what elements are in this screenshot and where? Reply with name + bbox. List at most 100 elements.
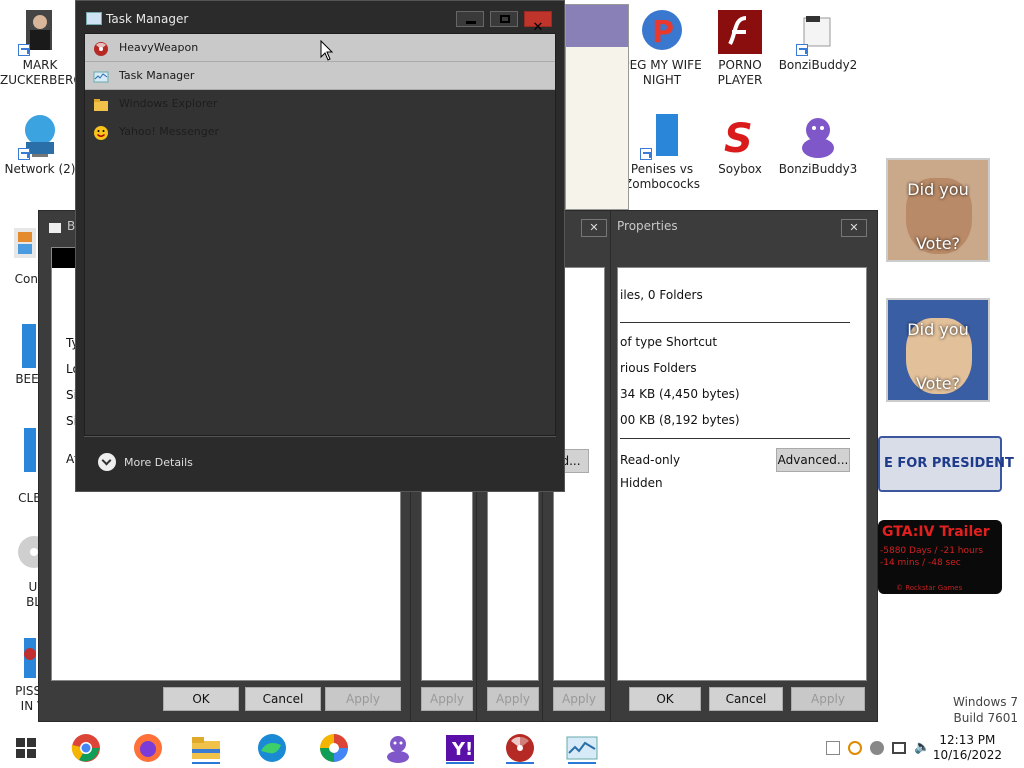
more-details-label: More Details: [124, 455, 193, 469]
edge-icon: [258, 734, 286, 762]
process-row-windows-explorer[interactable]: Windows Explorer: [85, 90, 555, 118]
president-banner[interactable]: E FOR PRESIDENT: [878, 436, 1014, 492]
close-button[interactable]: ✕: [524, 11, 552, 35]
apply-button[interactable]: Apply: [421, 687, 473, 711]
svg-text:S: S: [724, 116, 753, 160]
desktop-icon-bonzibuddy3[interactable]: BonziBuddy3: [778, 112, 858, 177]
more-details-button[interactable]: More Details: [98, 453, 193, 471]
type-value: of type Shortcut: [620, 335, 718, 349]
mouse-cursor-icon: [320, 40, 334, 61]
desktop-icon-label: Soybox: [718, 162, 762, 176]
cancel-button[interactable]: Cancel: [709, 687, 783, 711]
background-window-fragment[interactable]: [565, 4, 629, 210]
folder-icon: [192, 737, 220, 759]
hidden-checkbox-label[interactable]: Hidden: [620, 476, 663, 490]
apply-button[interactable]: Apply: [487, 687, 539, 711]
close-button[interactable]: ✕: [841, 219, 867, 237]
desktop-icon-soybox[interactable]: S Soybox: [700, 112, 780, 177]
apply-button[interactable]: Apply: [325, 687, 401, 711]
desktop-icon-penises-vs-zombococks[interactable]: Penises vs Zombococks: [622, 112, 702, 192]
cancel-button[interactable]: Cancel: [245, 687, 321, 711]
desktop-icon-label: MARK ZUCKERBERG: [0, 58, 83, 87]
windows-watermark: Windows 7 Build 7601: [953, 694, 1018, 726]
taskbar-bonzibuddy[interactable]: [378, 732, 418, 764]
blue-app-icon: [0, 426, 42, 474]
desktop-icon-porno-player[interactable]: PORNO PLAYER: [700, 8, 780, 88]
maximize-button[interactable]: [490, 11, 518, 27]
minimize-button[interactable]: [456, 11, 484, 27]
desktop-icon-peg-my-wife[interactable]: P PEG MY WIFE NIGHT: [622, 8, 702, 88]
bonzi-file-icon: [794, 8, 842, 56]
shortcut-arrow-icon: [640, 148, 652, 160]
taskbar-edge[interactable]: [252, 732, 292, 764]
purple-titlebar: [566, 5, 628, 47]
watermark-line-1: Windows 7: [952, 695, 1018, 709]
process-list[interactable]: HeavyWeapon Task Manager Windows Explore…: [84, 33, 556, 436]
advanced-button[interactable]: Advanced...: [776, 448, 850, 472]
show-hidden-icons-icon[interactable]: [826, 740, 840, 755]
location-value: rious Folders: [620, 361, 697, 375]
start-button[interactable]: [6, 732, 46, 764]
taskbar-heavyweapon[interactable]: [500, 732, 540, 764]
search-icon[interactable]: [848, 740, 862, 755]
ok-button[interactable]: OK: [163, 687, 239, 711]
process-row-yahoo-messenger[interactable]: Yahoo! Messenger: [85, 118, 555, 146]
footer-divider: [84, 436, 556, 437]
contains-text: iles, 0 Folders: [620, 288, 703, 302]
taskbar-yahoo-messenger[interactable]: Y!: [440, 732, 480, 764]
desktop-icon-mark-zuckerberg[interactable]: MARK ZUCKERBERG: [0, 8, 83, 88]
poster-top-text: Did you: [907, 180, 969, 199]
purple-gorilla-icon: [387, 736, 409, 763]
vote-poster-2[interactable]: Did you Vote?: [886, 298, 990, 402]
gta-trailer-widget[interactable]: GTA:IV Trailer -5880 Days / -21 hours -1…: [878, 520, 1002, 594]
taskbar: Y! 🔈 12:13 PM 10/16/2022: [0, 728, 1024, 768]
taskbar-chrome[interactable]: [66, 732, 106, 764]
watermark-line-2: Build 7601: [953, 711, 1018, 725]
shortcut-arrow-icon: [18, 44, 30, 56]
taskbar-file-explorer[interactable]: [186, 732, 226, 764]
process-name: HeavyWeapon: [119, 41, 199, 54]
poster-bottom-text: Vote?: [915, 234, 961, 253]
process-row-task-manager[interactable]: Task Manager: [85, 62, 555, 90]
network-icon[interactable]: [892, 741, 906, 754]
taskbar-pinwheel-app[interactable]: [314, 732, 354, 764]
blue-app-icon: [0, 322, 42, 370]
desktop-icon-label: PORNO PLAYER: [717, 58, 763, 87]
desktop-icon-label: BonziBuddy3: [778, 162, 858, 176]
svg-text:P: P: [652, 15, 674, 50]
apply-button[interactable]: Apply: [553, 687, 605, 711]
apply-button[interactable]: Apply: [791, 687, 865, 711]
gta-countdown-1: -5880 Days / -21 hours: [880, 546, 984, 556]
s-logo-icon: S: [716, 112, 764, 162]
vote-poster-1[interactable]: Did you Vote?: [886, 158, 990, 262]
taskbar-firefox[interactable]: [128, 732, 168, 764]
readonly-checkbox-label[interactable]: Read-only: [620, 453, 680, 467]
chrome-icon: [71, 734, 100, 762]
task-manager-titlebar[interactable]: Task Manager ✕: [76, 1, 564, 35]
taskbar-task-manager[interactable]: [562, 732, 602, 764]
firefox-icon: [134, 734, 162, 762]
ok-button[interactable]: OK: [629, 687, 701, 711]
desktop-icon-network[interactable]: Network (2): [0, 112, 80, 177]
windows-logo-icon: [16, 738, 36, 758]
clock-date: 10/16/2022: [932, 748, 1002, 762]
folder-icon: [93, 96, 109, 112]
task-manager-icon: [93, 68, 109, 84]
minus-circle-icon[interactable]: [870, 740, 884, 755]
task-manager-icon: [86, 12, 102, 25]
desktop-icon-label: BonziBuddy2: [778, 58, 858, 72]
system-tray: 🔈: [826, 740, 930, 755]
pinwheel-icon: [320, 734, 348, 762]
properties-window[interactable]: Properties ✕ iles, 0 Folders of type Sho…: [610, 210, 878, 722]
globe-icon: [16, 112, 64, 160]
close-button[interactable]: ✕: [581, 219, 607, 237]
task-manager-window[interactable]: Task Manager ✕ HeavyWeapon Task Manager …: [75, 0, 565, 492]
person-icon: [16, 8, 64, 56]
desktop-icon-bonzibuddy2[interactable]: BonziBuddy2: [778, 8, 858, 73]
task-manager-icon: [566, 736, 598, 760]
smiley-icon: [93, 124, 109, 140]
gta-footer: © Rockstar Games: [896, 584, 963, 592]
taskbar-clock[interactable]: 12:13 PM 10/16/2022: [933, 733, 1002, 763]
volume-icon[interactable]: 🔈: [914, 740, 930, 755]
purple-gorilla-icon: [794, 112, 842, 160]
